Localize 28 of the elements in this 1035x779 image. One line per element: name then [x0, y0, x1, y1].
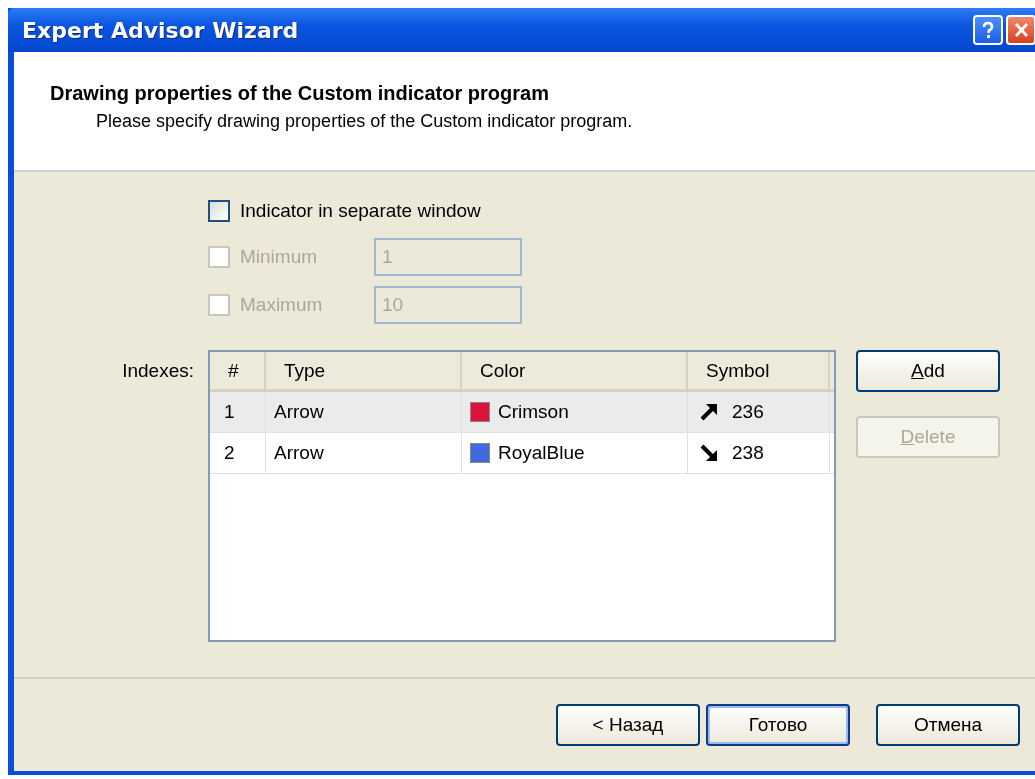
checkbox-label: Minimum: [240, 246, 319, 268]
symbol-code: 238: [732, 442, 764, 464]
page-heading: Drawing properties of the Custom indicator program: [50, 82, 550, 105]
close-button[interactable]: [1006, 15, 1035, 45]
column-header[interactable]: Type: [266, 352, 462, 389]
table-cell: 1: [210, 392, 266, 432]
column-header[interactable]: #: [210, 352, 266, 389]
checkbox-label: Maximum: [240, 294, 324, 316]
table-cell: Arrow: [266, 433, 462, 473]
page-description: Please specify drawing properties of the Custom indicator program.: [96, 111, 634, 132]
table-cell: Arrow: [266, 392, 462, 432]
table-row[interactable]: 1 Arrow Crimson 236: [210, 392, 834, 433]
column-header[interactable]: Color: [462, 352, 688, 389]
action-button[interactable]: Add: [856, 350, 1000, 392]
column-header[interactable]: Symbol: [688, 352, 830, 389]
wizard-button[interactable]: Готово: [706, 704, 850, 746]
wizard-button[interactable]: Отмена: [876, 704, 1020, 746]
checkbox-label: Indicator in separate window: [240, 200, 481, 222]
window-title: Expert Advisor Wizard: [22, 17, 299, 43]
symbol-code: 236: [732, 401, 764, 423]
table-cell: 2: [210, 433, 266, 473]
help-button[interactable]: [973, 15, 1003, 45]
wizard-button[interactable]: < Назад: [556, 704, 700, 746]
color-name: RoyalBlue: [498, 442, 585, 464]
indexes-label: Indexes:: [121, 359, 195, 382]
table-row[interactable]: 2 Arrow RoyalBlue 238: [210, 433, 834, 474]
checkbox[interactable]: [208, 200, 230, 222]
color-name: Crimson: [498, 401, 569, 423]
